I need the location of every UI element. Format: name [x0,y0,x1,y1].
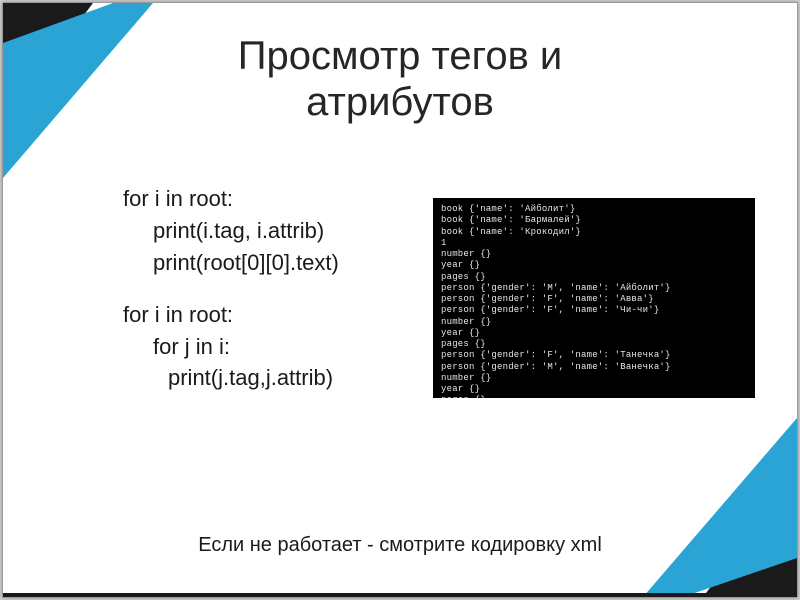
blank-line [123,279,423,299]
code-line: print(i.tag, i.attrib) [123,215,423,247]
slide-title: Просмотр тегов и атрибутов [3,33,797,125]
slide: Просмотр тегов и атрибутов for i in root… [2,2,798,598]
title-line-1: Просмотр тегов и [238,34,563,78]
code-line: print(root[0][0].text) [123,247,423,279]
code-line: print(j.tag,j.attrib) [123,362,423,394]
footer-note: Если не работает - смотрите кодировку xm… [3,534,797,557]
code-line: for j in i: [123,331,423,363]
code-line: for i in root: [123,299,423,331]
terminal-output: book {'name': 'Айболит'} book {'name': '… [433,198,755,398]
code-line: for i in root: [123,183,423,215]
code-snippet: for i in root: print(i.tag, i.attrib) pr… [123,183,423,394]
title-line-2: атрибутов [306,80,494,124]
